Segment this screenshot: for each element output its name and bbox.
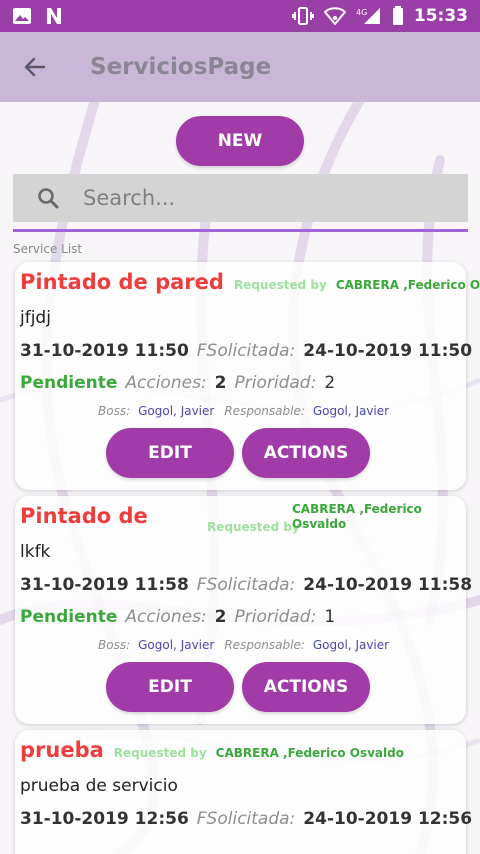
client-name: CABRERA ,Federico Osvaldo: [335, 278, 480, 292]
client-name-continued: Osvaldo: [292, 517, 347, 531]
boss-name: Gogol, Javier: [138, 638, 215, 652]
n-icon: [44, 7, 64, 25]
requested-by-label: Requested by: [207, 520, 300, 534]
status-bar: 4G 15:33: [0, 0, 480, 32]
service-card[interactable]: Pintado de Requested by CABRERA ,Federic…: [15, 496, 472, 724]
responsable-label: Responsable:: [224, 404, 305, 418]
service-description: prueba de servicio: [20, 776, 178, 796]
image-icon: [12, 7, 32, 25]
responsable-label: Responsable:: [224, 638, 305, 652]
boss-label: Boss:: [98, 404, 131, 418]
search-icon: [13, 186, 83, 210]
edit-button[interactable]: EDIT: [106, 428, 234, 478]
app-screen: 4G 15:33 ServiciosPage NEW Service List …: [0, 0, 480, 854]
actions-button[interactable]: ACTIONS: [242, 428, 370, 478]
new-service-button[interactable]: NEW: [176, 116, 304, 166]
responsable-name: Gogol, Javier: [312, 404, 390, 418]
network-type-label: 4G: [356, 8, 367, 17]
requested-by-label: Requested by: [233, 278, 327, 292]
search-input[interactable]: [83, 186, 443, 210]
client-name: CABRERA ,Federico Osvaldo: [215, 746, 404, 760]
client-name: CABRERA ,Federico: [292, 502, 422, 516]
signal-4g-icon: 4G: [356, 7, 382, 25]
app-bar: ServiciosPage: [0, 32, 480, 102]
service-description: jfjdj: [20, 308, 51, 328]
prioridad-label: Prioridad:: [234, 607, 317, 627]
acciones-count: 2: [214, 607, 227, 627]
service-title: prueba: [20, 738, 104, 762]
search-underline: [13, 229, 468, 232]
acciones-count: 2: [214, 373, 227, 393]
service-card[interactable]: Pintado de pared Requested by CABRERA ,F…: [15, 262, 480, 490]
boss-name: Gogol, Javier: [138, 404, 215, 418]
back-button[interactable]: [0, 32, 70, 102]
requested-date: 24-10-2019 11:58: [303, 575, 473, 595]
prioridad-label: Prioridad:: [234, 373, 317, 393]
status-clock: 15:33: [413, 6, 468, 26]
prioridad-value: 2: [324, 373, 336, 393]
edit-button[interactable]: EDIT: [106, 662, 234, 712]
vibrate-icon: [291, 7, 314, 25]
status-badge: Pendiente: [20, 373, 118, 393]
prioridad-value: 1: [324, 607, 336, 627]
service-title: Pintado de pared: [20, 270, 224, 294]
fsolicitada-label: FSolicitada:: [196, 575, 296, 595]
service-list-label: Service List: [13, 242, 83, 256]
fsolicitada-label: FSolicitada:: [196, 809, 296, 829]
fsolicitada-label: FSolicitada:: [196, 341, 296, 361]
battery-icon: [392, 6, 404, 26]
requested-date: 24-10-2019 11:50: [303, 341, 473, 361]
requested-date: 24-10-2019 12:56: [303, 809, 473, 829]
status-badge: Pendiente: [20, 607, 118, 627]
service-card[interactable]: prueba Requested by CABRERA ,Federico Os…: [15, 730, 472, 854]
actions-button[interactable]: ACTIONS: [242, 662, 370, 712]
acciones-label: Acciones:: [125, 607, 207, 627]
service-date: 31-10-2019 11:50: [20, 341, 189, 361]
service-date: 31-10-2019 11:58: [20, 575, 189, 595]
service-title: Pintado de: [20, 504, 148, 528]
acciones-label: Acciones:: [125, 373, 207, 393]
page-title: ServiciosPage: [90, 54, 272, 80]
responsable-name: Gogol, Javier: [312, 638, 390, 652]
search-bar: [13, 174, 468, 222]
service-description: lkfk: [20, 542, 51, 562]
back-arrow-icon: [24, 57, 46, 77]
wifi-icon: [323, 7, 346, 25]
service-date: 31-10-2019 12:56: [20, 809, 189, 829]
requested-by-label: Requested by: [113, 746, 207, 760]
boss-label: Boss:: [98, 638, 131, 652]
